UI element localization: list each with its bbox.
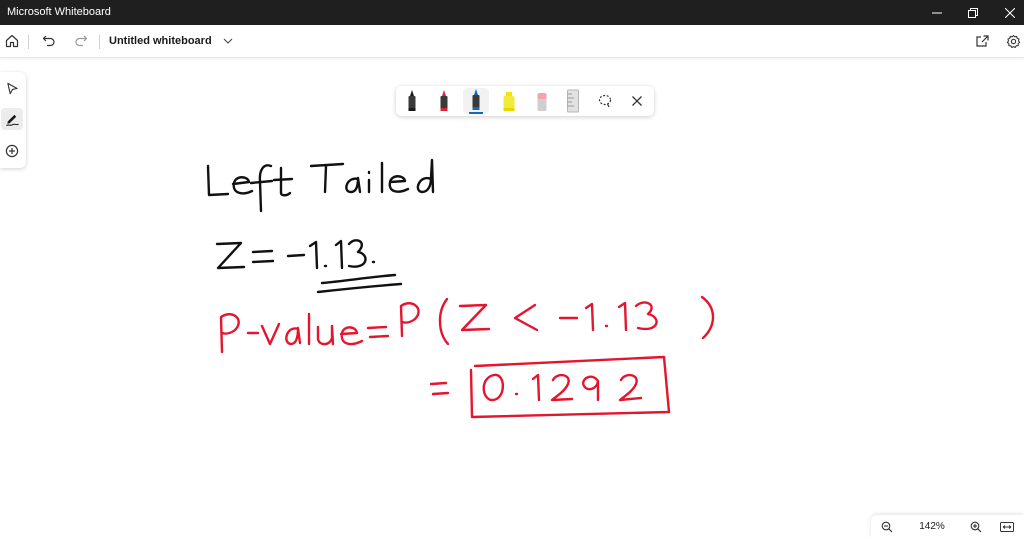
title-menu-button[interactable]: [221, 33, 235, 49]
share-icon: [976, 35, 989, 47]
minimize-button[interactable]: [919, 0, 955, 25]
close-window-icon: [1005, 7, 1015, 18]
inking-icon: [5, 114, 19, 126]
share-button[interactable]: [970, 29, 994, 53]
red-pen[interactable]: [431, 88, 457, 114]
ruler-button[interactable]: [560, 88, 586, 114]
redo-icon: [75, 35, 88, 47]
fit-to-screen-icon: [1000, 522, 1014, 532]
add-icon: [5, 144, 19, 158]
settings-icon: [1006, 34, 1020, 48]
ink-z-equals: [215, 239, 403, 294]
yellow-highlighter[interactable]: [496, 88, 522, 114]
pen-icon: [469, 89, 483, 114]
highlighter-icon: [503, 92, 515, 111]
left-toolbar: [0, 72, 26, 168]
eraser-button[interactable]: [529, 88, 555, 114]
close-toolbar-button[interactable]: [624, 88, 650, 114]
restore-icon: [968, 7, 978, 18]
zoom-bar: 142%: [871, 515, 1024, 538]
select-icon: [6, 82, 18, 94]
zoom-out-icon: [881, 521, 893, 533]
undo-button[interactable]: [37, 29, 61, 53]
zoom-out-button[interactable]: [876, 518, 898, 536]
ink-toolbar: [396, 86, 654, 116]
ink-left-tailed: [206, 158, 435, 213]
title-bar: Microsoft Whiteboard: [0, 0, 1024, 25]
home-button[interactable]: [0, 29, 24, 53]
select-tool-button[interactable]: [1, 77, 23, 99]
app-title: Microsoft Whiteboard: [7, 6, 111, 18]
add-button[interactable]: [1, 140, 23, 162]
close-icon: [632, 96, 642, 106]
inking-tool-button[interactable]: [1, 108, 23, 130]
separator: [28, 35, 29, 49]
undo-icon: [42, 35, 55, 47]
chevron-down-icon: [223, 38, 233, 44]
lasso-button[interactable]: [592, 88, 618, 114]
pen-icon: [440, 90, 448, 111]
ink-p-value: [219, 295, 715, 419]
home-icon: [5, 34, 19, 48]
separator: [99, 35, 100, 49]
restore-button[interactable]: [955, 0, 991, 25]
zoom-in-button[interactable]: [965, 518, 987, 536]
document-title[interactable]: Untitled whiteboard: [109, 35, 212, 47]
pen-icon: [408, 90, 416, 111]
whiteboard-canvas[interactable]: [0, 0, 1024, 538]
blue-pen[interactable]: [463, 88, 489, 114]
zoom-in-icon: [970, 521, 982, 533]
black-pen[interactable]: [399, 88, 425, 114]
redo-button[interactable]: [69, 29, 93, 53]
lasso-icon: [598, 94, 612, 108]
settings-button[interactable]: [1001, 29, 1024, 53]
fit-to-screen-button[interactable]: [996, 518, 1018, 536]
minimize-icon: [932, 12, 942, 13]
command-bar: Untitled whiteboard: [0, 25, 1024, 58]
ruler-icon: [567, 89, 579, 113]
close-window-button[interactable]: [992, 0, 1024, 25]
eraser-icon: [537, 93, 547, 111]
zoom-level: 142%: [919, 521, 945, 532]
